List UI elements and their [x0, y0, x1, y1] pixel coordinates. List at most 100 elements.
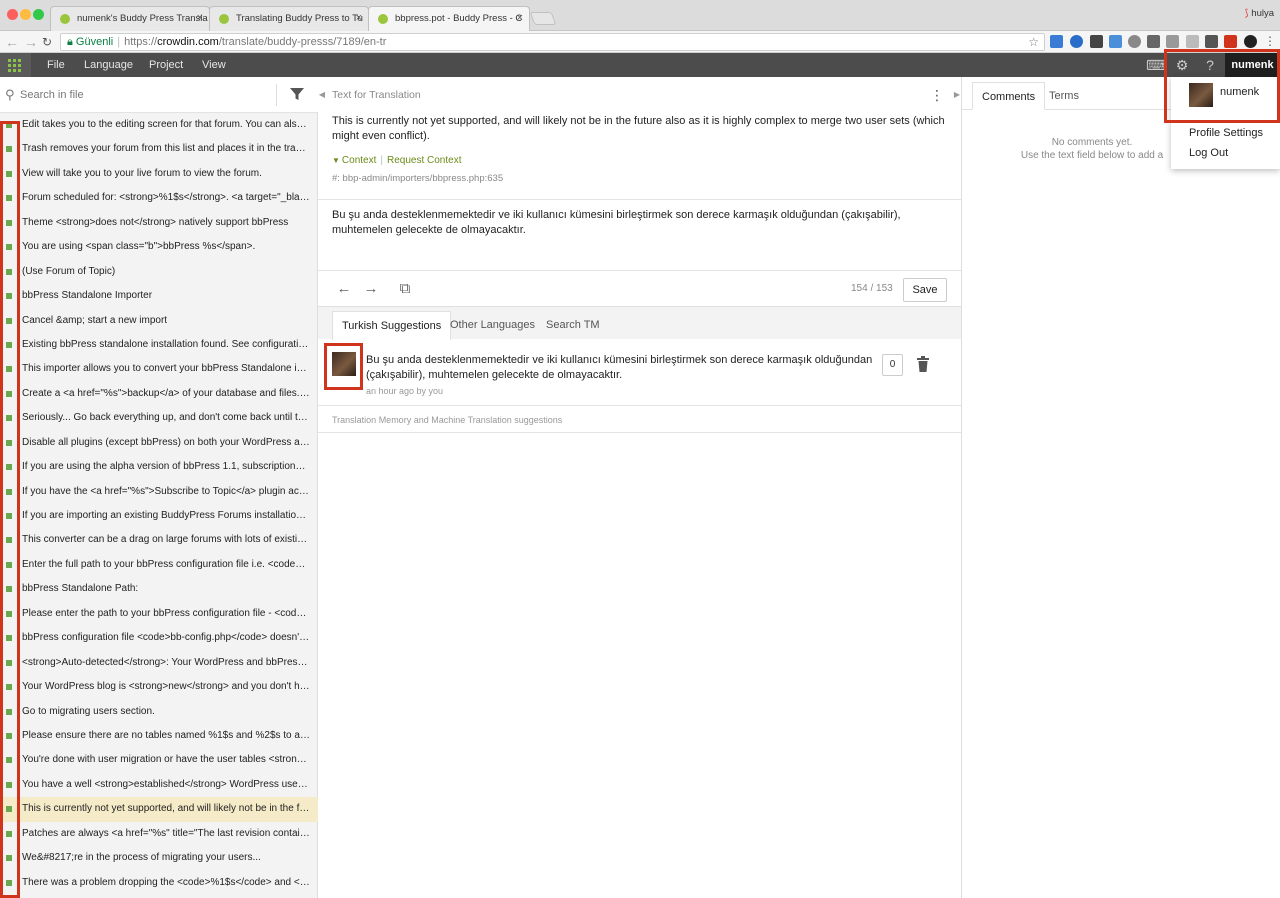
list-item[interactable]: Forum scheduled for: <strong>%1$s</stron…: [0, 186, 318, 210]
browser-profile[interactable]: ⟆ hulya: [1245, 8, 1274, 19]
extension-circle-icon[interactable]: [1070, 35, 1083, 48]
browser-tab-1[interactable]: numenk's Buddy Press Transla ×: [50, 6, 210, 31]
list-item-label: Existing bbPress standalone installation…: [22, 338, 318, 350]
list-item[interactable]: We&#8217;re in the process of migrating …: [0, 846, 318, 870]
url-path: /translate/buddy-presss/7189/en-tr: [218, 36, 387, 48]
browser-menu-icon[interactable]: ⋮: [1264, 35, 1277, 48]
maximize-window-button[interactable]: [33, 9, 44, 20]
list-item[interactable]: Cancel &amp; start a new import: [0, 309, 318, 333]
list-item[interactable]: If you are using the alpha version of bb…: [0, 455, 318, 479]
extension-pen-icon[interactable]: [1205, 35, 1218, 48]
list-item[interactable]: Create a <a href="%s">backup</a> of your…: [0, 382, 318, 406]
list-item[interactable]: bbPress Standalone Importer: [0, 284, 318, 308]
extension-puzzle-icon[interactable]: [1166, 35, 1179, 48]
list-item[interactable]: Please enter the path to your bbPress co…: [0, 602, 318, 626]
tab-comments[interactable]: Comments: [972, 82, 1046, 110]
reload-icon[interactable]: ↻: [42, 33, 52, 51]
back-arrow-icon[interactable]: ←: [5, 33, 19, 51]
bookmark-star-icon[interactable]: ☆: [1028, 34, 1039, 50]
trash-icon[interactable]: [917, 356, 929, 372]
suggestion-tabs: Turkish Suggestions Other Languages Sear…: [318, 306, 961, 340]
list-item[interactable]: <strong>Auto-detected</strong>: Your Wor…: [0, 651, 318, 675]
extension-doc-icon[interactable]: [1186, 35, 1199, 48]
list-item-label: Create a <a href="%s">backup</a> of your…: [22, 387, 318, 399]
tab-other-languages[interactable]: Other Languages: [441, 311, 544, 340]
url-field[interactable]: 🔒︎ Güvenli | https://crowdin.com/translate…: [60, 33, 1045, 51]
suggestion-text[interactable]: Bu şu anda desteklenmemektedir ve iki ku…: [366, 353, 876, 383]
menu-file[interactable]: File: [47, 53, 65, 77]
list-item[interactable]: Patches are always <a href="%s" title="T…: [0, 822, 318, 846]
extension-sync-icon[interactable]: [1244, 35, 1257, 48]
list-item-label: <strong>Auto-detected</strong>: Your Wor…: [22, 656, 318, 668]
request-context-link[interactable]: Request Context: [387, 155, 462, 166]
close-tab-icon[interactable]: ×: [197, 7, 203, 30]
list-item[interactable]: Please ensure there are no tables named …: [0, 724, 318, 748]
close-tab-icon[interactable]: ×: [517, 7, 523, 30]
list-item[interactable]: This is currently not yet supported, and…: [0, 797, 318, 822]
list-item[interactable]: Enter the full path to your bbPress conf…: [0, 553, 318, 577]
filter-icon[interactable]: [289, 86, 305, 102]
crowdin-favicon-icon: [219, 14, 229, 24]
new-tab-button[interactable]: [529, 12, 557, 25]
list-item[interactable]: Trash removes your forum from this list …: [0, 137, 318, 161]
extension-red-icon[interactable]: [1224, 35, 1237, 48]
list-item[interactable]: This converter can be a drag on large fo…: [0, 528, 318, 552]
list-item[interactable]: Edit takes you to the editing screen for…: [0, 113, 318, 137]
extension-iq-icon[interactable]: [1050, 35, 1063, 48]
list-item-label: Seriously... Go back everything up, and …: [22, 412, 318, 424]
list-item[interactable]: bbPress Standalone Path:: [0, 577, 318, 601]
extension-blue-icon[interactable]: [1109, 35, 1122, 48]
more-options-icon[interactable]: ⋮: [930, 87, 944, 103]
save-button[interactable]: Save: [903, 278, 947, 302]
list-item[interactable]: You're done with user migration or have …: [0, 748, 318, 772]
menu-language[interactable]: Language: [84, 53, 133, 77]
browser-tab-bar: numenk's Buddy Press Transla × Translati…: [0, 0, 1280, 32]
browser-tab-2[interactable]: Translating Buddy Press to Tu ×: [209, 6, 369, 31]
list-item[interactable]: You are using <span class="b">bbPress %s…: [0, 235, 318, 259]
tab-search-tm[interactable]: Search TM: [537, 311, 609, 340]
list-item[interactable]: (Use Forum of Topic): [0, 260, 318, 284]
list-item-label: Your WordPress blog is <strong>new</stro…: [22, 681, 318, 693]
next-arrow-icon[interactable]: →: [362, 280, 380, 298]
list-item[interactable]: If you are importing an existing BuddyPr…: [0, 504, 318, 528]
list-item-label: If you have the <a href="%s">Subscribe t…: [22, 485, 318, 497]
list-item[interactable]: Your WordPress blog is <strong>new</stro…: [0, 675, 318, 699]
translation-textarea[interactable]: Bu şu anda desteklenmemektedir ve iki ku…: [332, 208, 947, 238]
copy-source-icon[interactable]: ⧉: [396, 280, 414, 298]
search-input[interactable]: [20, 86, 270, 104]
menu-project[interactable]: Project: [149, 53, 183, 77]
log-out-link[interactable]: Log Out: [1189, 147, 1228, 159]
collapse-right-icon[interactable]: ▶: [953, 77, 961, 113]
tab-turkish-suggestions[interactable]: Turkish Suggestions: [332, 311, 452, 340]
collapse-left-icon[interactable]: ◀: [318, 77, 326, 113]
apps-grid-icon[interactable]: [0, 53, 31, 77]
previous-arrow-icon[interactable]: ←: [335, 280, 353, 298]
list-item[interactable]: Disable all plugins (except bbPress) on …: [0, 431, 318, 455]
list-item[interactable]: View will take you to your live forum to…: [0, 162, 318, 186]
extension-m-icon[interactable]: [1090, 35, 1103, 48]
list-item[interactable]: Go to migrating users section.: [0, 700, 318, 724]
list-item-label: You have a well <strong>established</str…: [22, 778, 318, 790]
list-item[interactable]: Seriously... Go back everything up, and …: [0, 406, 318, 430]
list-item[interactable]: If you have the <a href="%s">Subscribe t…: [0, 480, 318, 504]
list-item[interactable]: Theme <strong>does not</strong> natively…: [0, 211, 318, 235]
list-item[interactable]: Existing bbPress standalone installation…: [0, 333, 318, 357]
list-item[interactable]: bbPress configuration file <code>bb-conf…: [0, 626, 318, 650]
extension-gear-icon[interactable]: [1128, 35, 1141, 48]
tab-terms[interactable]: Terms: [1040, 82, 1088, 110]
context-link[interactable]: Context: [342, 155, 376, 166]
minimize-window-button[interactable]: [20, 9, 31, 20]
profile-settings-link[interactable]: Profile Settings: [1189, 127, 1263, 139]
vote-count[interactable]: 0: [882, 354, 903, 376]
list-item[interactable]: This importer allows you to convert your…: [0, 357, 318, 381]
forward-arrow-icon[interactable]: →: [24, 33, 38, 51]
list-item[interactable]: There was a problem dropping the <code>%…: [0, 871, 318, 895]
keyboard-icon[interactable]: ⌨: [1146, 57, 1166, 73]
browser-tab-3-active[interactable]: bbpress.pot - Buddy Press - C ×: [368, 6, 530, 32]
list-item[interactable]: You have a well <strong>established</str…: [0, 773, 318, 797]
close-tab-icon[interactable]: ×: [356, 7, 362, 30]
list-item-label: Enter the full path to your bbPress conf…: [22, 558, 318, 570]
extension-grid-icon[interactable]: [1147, 35, 1160, 48]
menu-view[interactable]: View: [202, 53, 226, 77]
close-window-button[interactable]: [7, 9, 18, 20]
